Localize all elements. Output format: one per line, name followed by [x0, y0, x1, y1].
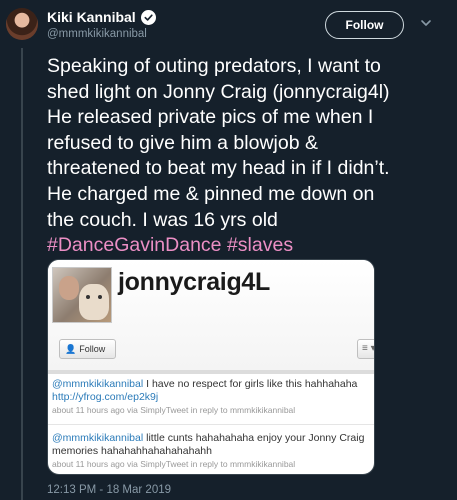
follow-button[interactable]: Follow — [325, 11, 404, 39]
tweet-text: Speaking of outing predators, I want to … — [47, 54, 451, 259]
embedded-tweet-text: I have no respect for girls like this ha… — [143, 378, 358, 390]
tweet-line: threatened to beat my head in if I didn’… — [47, 157, 390, 180]
author-handle[interactable]: @mmmkikikannibal — [47, 28, 147, 40]
media-screenshot[interactable]: jonnycraig4L 👤 Follow ≡ ▾ @mmmkikikannib… — [47, 259, 375, 475]
embedded-profile-header: jonnycraig4L 👤 Follow ≡ ▾ — [48, 260, 374, 370]
embedded-tweet-user: @mmmkikikannibal — [52, 432, 144, 444]
tweet-line: the couch. I was 16 yrs old — [47, 208, 278, 231]
embedded-tweet-meta: about 11 hours ago via SimplyTweet in re… — [52, 405, 296, 415]
hashtag-link[interactable]: #slaves — [227, 234, 293, 256]
embedded-follow-label: Follow — [79, 344, 106, 354]
tweet-line: He charged me & pinned me down on — [47, 182, 375, 205]
embedded-tweet-meta: about 11 hours ago via SimplyTweet in re… — [52, 459, 296, 469]
chevron-down-icon[interactable] — [419, 16, 433, 30]
embedded-screen-name: jonnycraig4L — [118, 268, 270, 296]
thread-line — [21, 48, 23, 500]
embedded-tweet: @mmmkikikannibal I have no respect for g… — [52, 378, 372, 416]
tweet-line: He released private pics of me when I — [47, 106, 374, 129]
hashtag-line: #DanceGavinDance #slaves — [47, 233, 451, 259]
embedded-profile-picture — [52, 267, 112, 323]
embedded-tweet-user: @mmmkikikannibal — [52, 378, 144, 390]
embedded-separator — [48, 424, 374, 425]
verified-badge-icon — [140, 9, 156, 25]
author-name-row[interactable]: Kiki Kannibal — [47, 9, 156, 25]
tweet-timestamp[interactable]: 12:13 PM - 18 Mar 2019 — [47, 484, 171, 496]
embedded-tweet: @mmmkikikannibal little cunts hahahahaha… — [52, 432, 372, 470]
tweet-line: shed light on Jonny Craig (jonnycraig4l) — [47, 80, 390, 103]
hashtag-link[interactable]: #DanceGavinDance — [47, 234, 222, 256]
tweet-line: Speaking of outing predators, I want to — [47, 55, 381, 77]
embedded-follow-button: 👤 Follow — [59, 339, 116, 359]
embedded-tweet-link: http://yfrog.com/ep2k9j — [52, 391, 159, 403]
tweet-line: refused to give him a blowjob & — [47, 131, 318, 154]
embedded-list-icon: ≡ ▾ — [357, 339, 374, 359]
avatar[interactable] — [6, 8, 38, 40]
person-plus-icon: 👤 — [65, 343, 77, 354]
author-name[interactable]: Kiki Kannibal — [47, 9, 136, 25]
embedded-divider — [48, 370, 374, 374]
